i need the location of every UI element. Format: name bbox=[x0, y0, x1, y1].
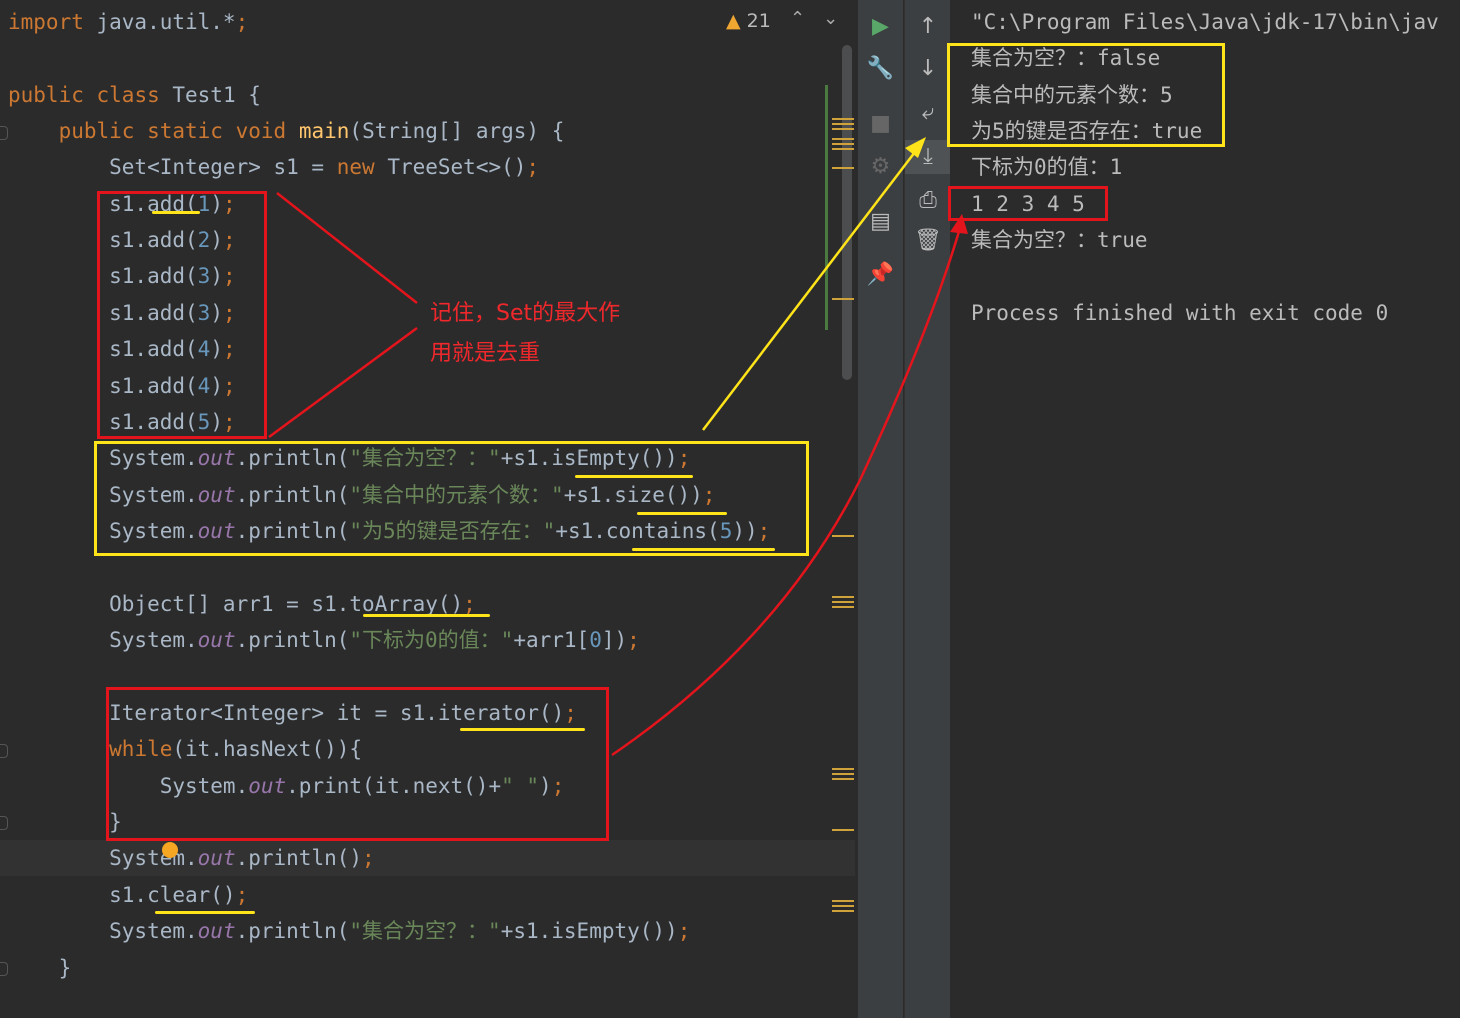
arrowhead-yellow bbox=[905, 137, 926, 158]
annotation-arrows bbox=[268, 137, 968, 757]
annotation-arrow-red bbox=[611, 227, 962, 757]
annotation-arrow-yellow bbox=[702, 147, 919, 431]
arrowhead-red bbox=[950, 214, 968, 234]
annotation-line-red bbox=[276, 192, 418, 304]
annotation-line-red bbox=[268, 326, 418, 439]
